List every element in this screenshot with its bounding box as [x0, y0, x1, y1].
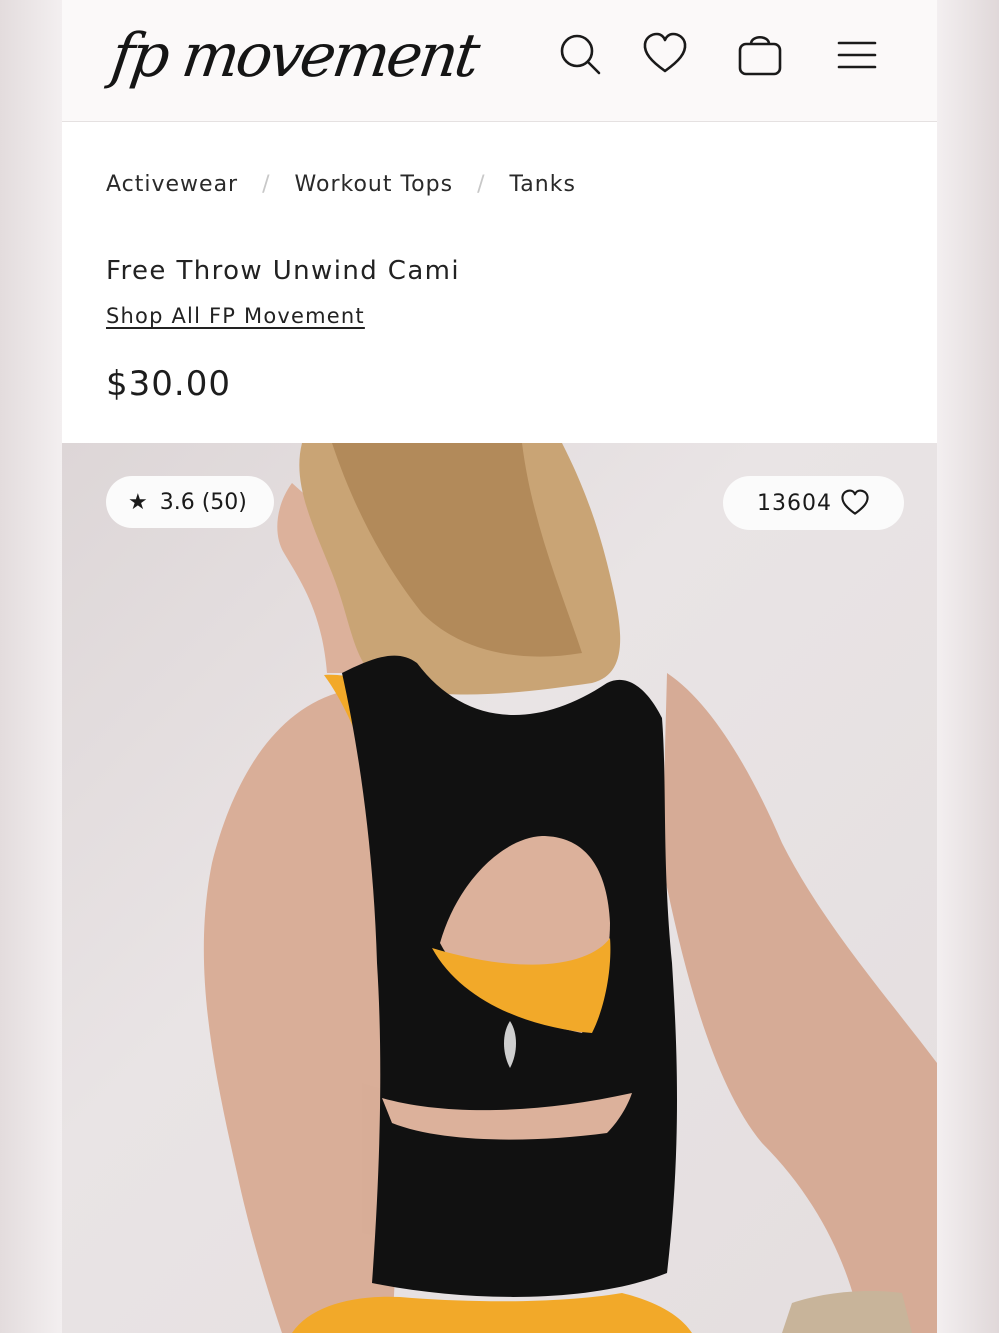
breadcrumb-separator: / [262, 171, 271, 197]
shop-all-link[interactable]: Shop All FP Movement [106, 304, 365, 328]
heart-outline-icon [841, 489, 869, 515]
favorites-count: 13604 [757, 490, 832, 516]
brand-logo[interactable]: fp movement [107, 8, 492, 108]
site-header: fp movement [62, 0, 937, 122]
search-icon[interactable] [556, 30, 604, 78]
menu-icon[interactable] [833, 30, 881, 78]
product-price: $30.00 [106, 364, 231, 404]
rating-badge[interactable]: ★ 3.6 (50) [106, 476, 274, 528]
breadcrumb: Activewear / Workout Tops / Tanks [106, 168, 576, 200]
product-page: fp movement Activewear / Workout Tops / … [62, 0, 937, 1333]
logo-wordmark: fp movement [107, 21, 482, 91]
star-icon: ★ [128, 489, 148, 515]
wishlist-heart-icon[interactable] [641, 30, 689, 78]
shopping-bag-icon[interactable] [736, 30, 784, 78]
breadcrumb-workout-tops[interactable]: Workout Tops [295, 172, 454, 197]
breadcrumb-activewear[interactable]: Activewear [106, 172, 238, 197]
breadcrumb-tanks[interactable]: Tanks [510, 172, 576, 197]
favorites-badge[interactable]: 13604 [723, 476, 904, 530]
product-photo-illustration [203, 443, 937, 1333]
breadcrumb-separator: / [477, 171, 486, 197]
product-image[interactable] [62, 443, 937, 1333]
product-title: Free Throw Unwind Cami [106, 256, 461, 286]
rating-value: 3.6 (50) [159, 489, 247, 515]
